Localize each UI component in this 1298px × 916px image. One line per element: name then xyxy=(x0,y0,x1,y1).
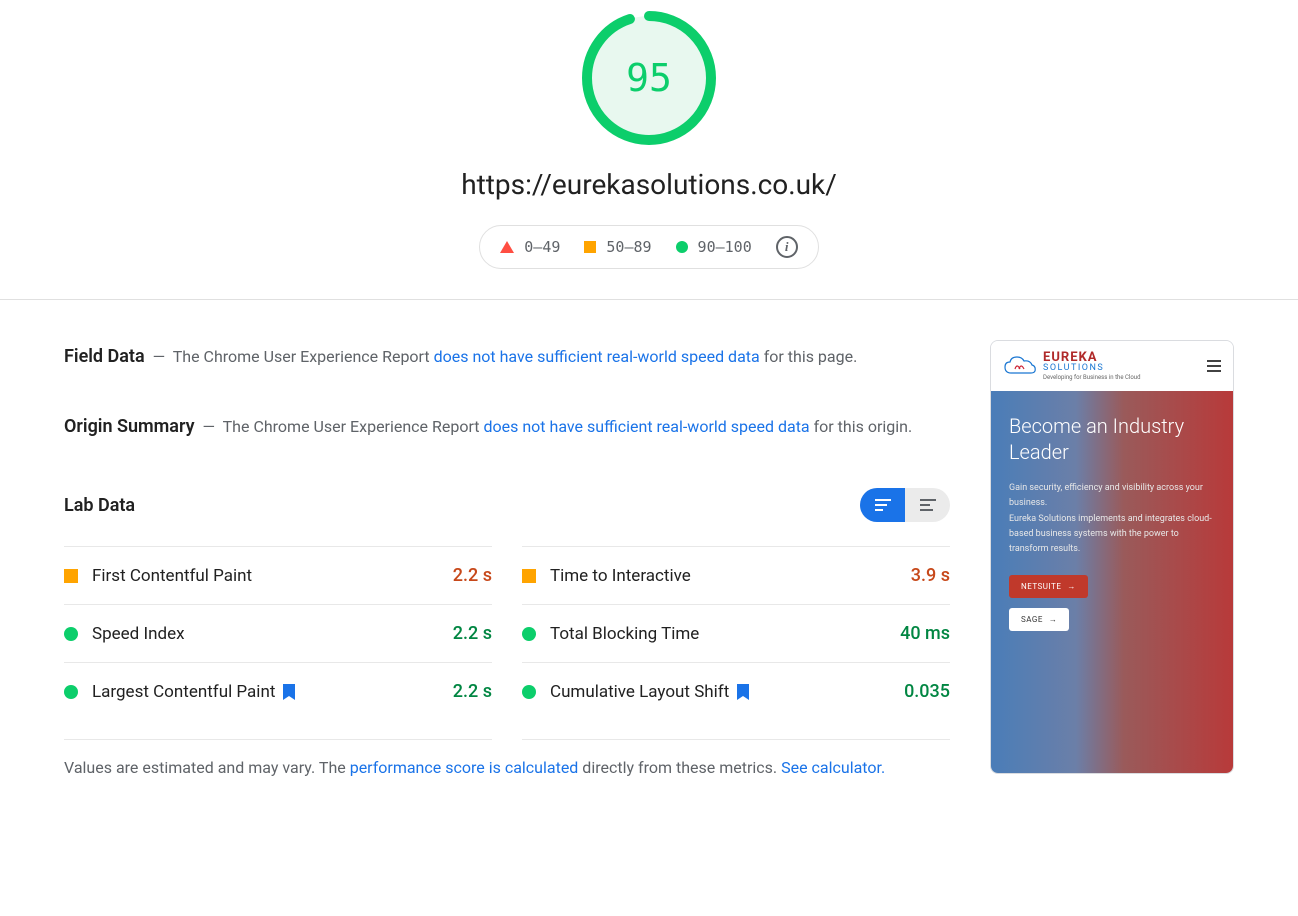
field-data-suffix: for this page. xyxy=(764,347,858,366)
preview-logo-bottom: SOLUTIONS xyxy=(1043,364,1141,373)
info-icon[interactable]: i xyxy=(776,236,798,258)
metric-lcp-name: Largest Contentful Paint xyxy=(92,682,275,702)
metrics-grid: First Contentful Paint 2.2 s Time to Int… xyxy=(64,546,950,720)
origin-summary-section: Origin Summary — The Chrome User Experie… xyxy=(64,410,950,444)
lab-data-title: Lab Data xyxy=(64,495,135,516)
metric-si-value: 2.2 s xyxy=(453,623,492,644)
preview-hero-body1: Gain security, efficiency and visibility… xyxy=(1009,483,1203,508)
toggle-bars-button[interactable] xyxy=(860,488,905,522)
metric-tbt-name: Total Blocking Time xyxy=(550,624,886,644)
metric-tti-value: 3.9 s xyxy=(911,565,950,586)
field-data-link[interactable]: does not have sufficient real-world spee… xyxy=(434,347,760,366)
preview-btn-sage: SAGE → xyxy=(1009,608,1069,631)
square-icon xyxy=(584,241,596,253)
legend-pass-range: 90–100 xyxy=(698,238,752,256)
preview-header: EUREKA SOLUTIONS Developing for Business… xyxy=(991,341,1233,391)
origin-summary-prefix: The Chrome User Experience Report xyxy=(223,417,480,436)
metric-lcp-value: 2.2 s xyxy=(453,681,492,702)
field-data-title: Field Data xyxy=(64,346,145,367)
hamburger-icon xyxy=(1207,360,1221,372)
metrics-footnote: Values are estimated and may vary. The p… xyxy=(64,738,950,783)
metric-si-name: Speed Index xyxy=(92,624,439,644)
bookmark-icon xyxy=(283,684,295,700)
metric-si[interactable]: Speed Index 2.2 s xyxy=(64,604,492,662)
circle-icon xyxy=(64,627,78,641)
preview-btn1-label: NETSUITE xyxy=(1021,582,1061,591)
circle-icon xyxy=(522,685,536,699)
score-legend: 0–49 50–89 90–100 i xyxy=(479,225,818,269)
preview-hero-body2: Eureka Solutions implements and integrat… xyxy=(1009,514,1212,555)
metric-fcp-value: 2.2 s xyxy=(453,565,492,586)
triangle-icon xyxy=(500,241,514,253)
legend-avg-range: 50–89 xyxy=(606,238,651,256)
page-preview: EUREKA SOLUTIONS Developing for Business… xyxy=(990,340,1234,774)
metric-tbt[interactable]: Total Blocking Time 40 ms xyxy=(522,604,950,662)
metric-fcp-name: First Contentful Paint xyxy=(92,566,439,586)
metric-cls-name: Cumulative Layout Shift xyxy=(550,682,729,702)
square-icon xyxy=(522,569,536,583)
preview-btn-netsuite: NETSUITE → xyxy=(1009,575,1088,598)
square-icon xyxy=(64,569,78,583)
preview-logo: EUREKA SOLUTIONS Developing for Business… xyxy=(1003,351,1141,381)
metric-tti[interactable]: Time to Interactive 3.9 s xyxy=(522,546,950,604)
circle-icon xyxy=(522,627,536,641)
footnote-t2: directly from these metrics. xyxy=(582,758,777,777)
bookmark-icon xyxy=(737,684,749,700)
legend-avg: 50–89 xyxy=(584,238,651,256)
origin-summary-title: Origin Summary xyxy=(64,416,195,437)
arrow-icon: → xyxy=(1067,582,1076,591)
cloud-icon xyxy=(1003,355,1037,377)
metric-tbt-value: 40 ms xyxy=(900,623,950,644)
legend-fail: 0–49 xyxy=(500,238,560,256)
report-column: Field Data — The Chrome User Experience … xyxy=(64,340,950,783)
preview-hero-title: Become an Industry Leader xyxy=(1009,413,1215,465)
score-gauge: 95 xyxy=(579,8,719,148)
footnote-t1: Values are estimated and may vary. The xyxy=(64,758,346,777)
metric-tti-name: Time to Interactive xyxy=(550,566,897,586)
metric-lcp[interactable]: Largest Contentful Paint 2.2 s xyxy=(64,662,492,720)
lab-data-header: Lab Data xyxy=(64,488,950,522)
view-toggle xyxy=(860,488,950,522)
legend-fail-range: 0–49 xyxy=(524,238,560,256)
footnote-link2[interactable]: See calculator. xyxy=(781,758,885,777)
main-content: Field Data — The Chrome User Experience … xyxy=(0,300,1298,783)
circle-icon xyxy=(676,241,688,253)
circle-icon xyxy=(64,685,78,699)
legend-pass: 90–100 xyxy=(676,238,752,256)
field-data-prefix: The Chrome User Experience Report xyxy=(173,347,430,366)
preview-hero: Become an Industry Leader Gain security,… xyxy=(991,391,1233,773)
tested-url: https://eurekasolutions.co.uk/ xyxy=(0,168,1298,201)
metric-cls[interactable]: Cumulative Layout Shift 0.035 xyxy=(522,662,950,720)
preview-tagline: Developing for Business in the Cloud xyxy=(1043,375,1141,381)
score-header: 95 https://eurekasolutions.co.uk/ 0–49 5… xyxy=(0,0,1298,300)
preview-btn2-label: SAGE xyxy=(1021,615,1043,624)
score-value: 95 xyxy=(626,56,672,100)
metric-cls-value: 0.035 xyxy=(904,681,950,702)
arrow-icon: → xyxy=(1049,615,1058,624)
origin-summary-suffix: for this origin. xyxy=(814,417,913,436)
toggle-list-button[interactable] xyxy=(905,488,950,522)
footnote-link1[interactable]: performance score is calculated xyxy=(350,758,579,777)
preview-hero-body: Gain security, efficiency and visibility… xyxy=(1009,481,1215,557)
field-data-section: Field Data — The Chrome User Experience … xyxy=(64,340,950,374)
metric-fcp[interactable]: First Contentful Paint 2.2 s xyxy=(64,546,492,604)
origin-summary-link[interactable]: does not have sufficient real-world spee… xyxy=(483,417,809,436)
